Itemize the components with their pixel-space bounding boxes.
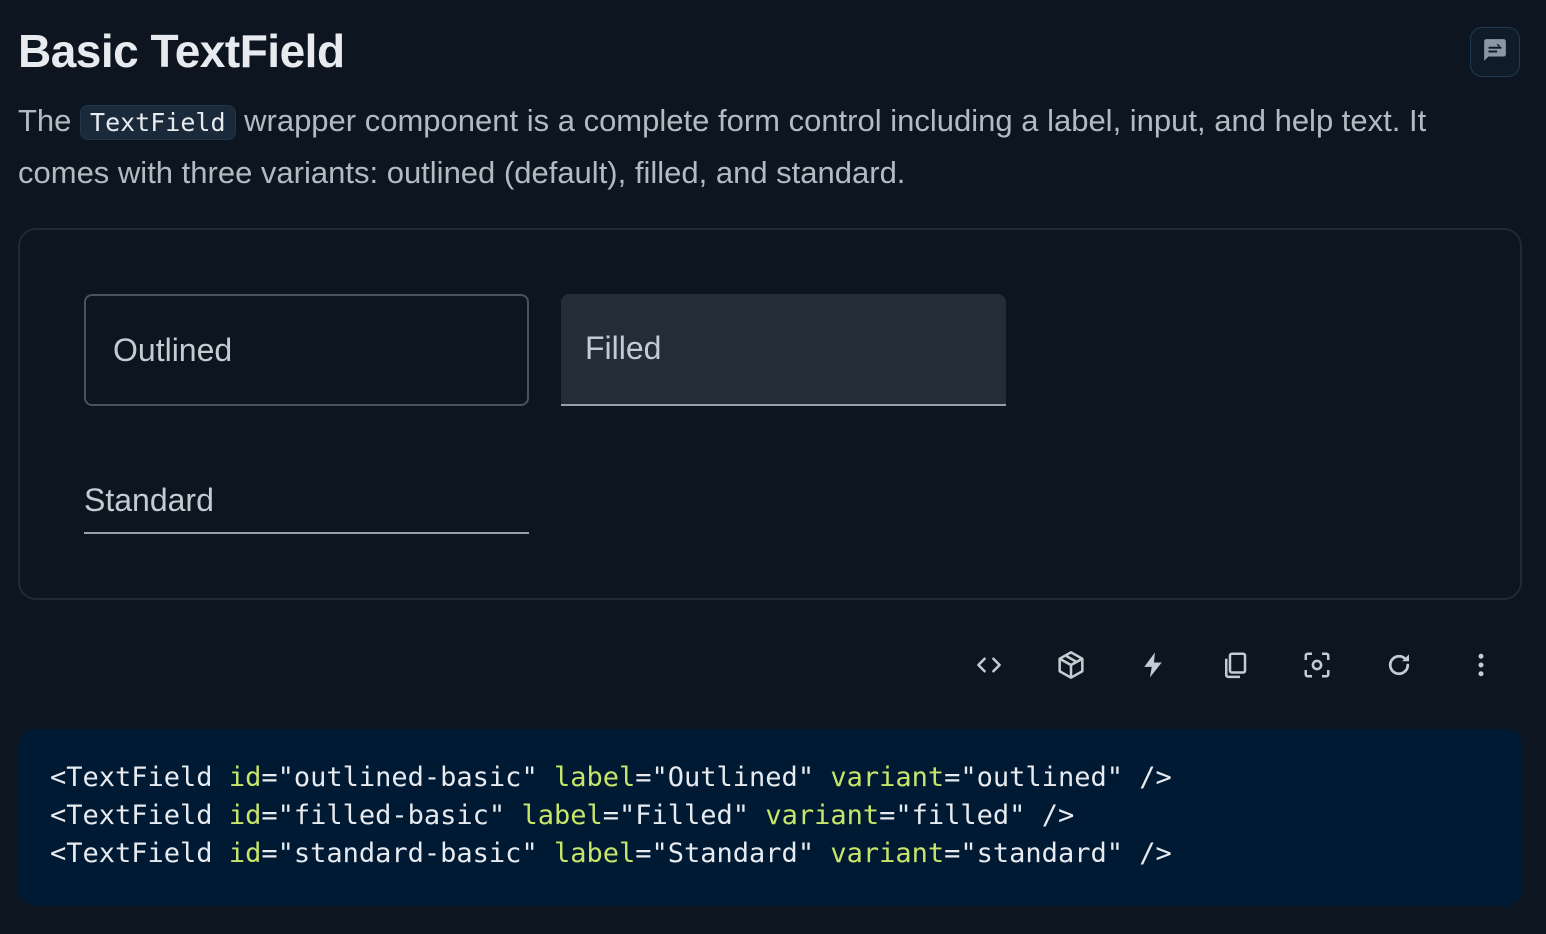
screenshot-icon	[1302, 650, 1332, 680]
bolt-icon	[1138, 649, 1168, 681]
code-attr: id	[228, 800, 262, 831]
code-block: <TextField id="outlined-basic" label="Ou…	[18, 729, 1522, 906]
reset-icon	[1384, 650, 1414, 680]
show-source-button[interactable]	[948, 624, 1030, 706]
outlined-textfield[interactable]: Outlined	[84, 294, 529, 406]
code-attr: variant	[765, 800, 880, 831]
more-vert-icon	[1466, 650, 1496, 680]
filled-textfield[interactable]: Filled	[561, 294, 1006, 406]
code-tag: <TextField	[50, 762, 213, 793]
standard-label: Standard	[84, 482, 214, 518]
code-value: "filled"	[895, 800, 1026, 831]
codesandbox-button[interactable]	[1030, 624, 1112, 706]
code-attr: label	[553, 838, 636, 869]
feedback-button[interactable]	[1470, 27, 1520, 77]
code-value: "outlined-basic"	[277, 762, 538, 793]
more-options-button[interactable]	[1440, 624, 1522, 706]
reset-demo-button[interactable]	[1358, 624, 1440, 706]
code-attr: id	[228, 838, 262, 869]
code-value: "standard"	[960, 838, 1123, 869]
code-line: <TextField id="filled-basic" label="Fill…	[50, 800, 1075, 831]
feedback-icon	[1482, 37, 1508, 68]
code-tag: <TextField	[50, 800, 213, 831]
code-icon	[974, 650, 1004, 680]
code-value: "filled-basic"	[277, 800, 506, 831]
copy-icon	[1220, 649, 1250, 681]
page-title: Basic TextField	[18, 25, 345, 77]
code-value: "Outlined"	[651, 762, 815, 793]
code-attr: label	[521, 800, 603, 831]
demo-toolbar	[948, 624, 1522, 706]
stackblitz-button[interactable]	[1112, 624, 1194, 706]
code-tag-end: />	[1041, 800, 1075, 831]
code-attr: id	[228, 762, 262, 793]
code-value: "Filled"	[619, 800, 750, 831]
code-line: <TextField id="standard-basic" label="St…	[50, 838, 1172, 869]
inline-code-textfield: TextField	[80, 105, 236, 140]
code-line: <TextField id="outlined-basic" label="Ou…	[50, 762, 1172, 793]
outlined-label: Outlined	[113, 332, 233, 368]
code-value: "outlined"	[960, 762, 1123, 793]
demo-container	[18, 228, 1522, 600]
copy-source-button[interactable]	[1194, 624, 1276, 706]
code-tag-end: />	[1139, 838, 1172, 869]
description-text-start: The	[18, 103, 81, 138]
code-tag: <TextField	[50, 838, 213, 869]
code-value: "standard-basic"	[277, 838, 538, 869]
code-attr: label	[553, 762, 636, 793]
code-attr: variant	[830, 762, 945, 793]
standard-textfield[interactable]: Standard	[84, 470, 529, 534]
description: The TextField wrapper component is a com…	[18, 96, 1518, 198]
code-tag-end: />	[1139, 762, 1172, 793]
reset-focus-button[interactable]	[1276, 624, 1358, 706]
filled-label: Filled	[585, 330, 662, 366]
code-attr: variant	[830, 838, 945, 869]
cube-icon	[1055, 649, 1087, 681]
code-value: "Standard"	[651, 838, 815, 869]
